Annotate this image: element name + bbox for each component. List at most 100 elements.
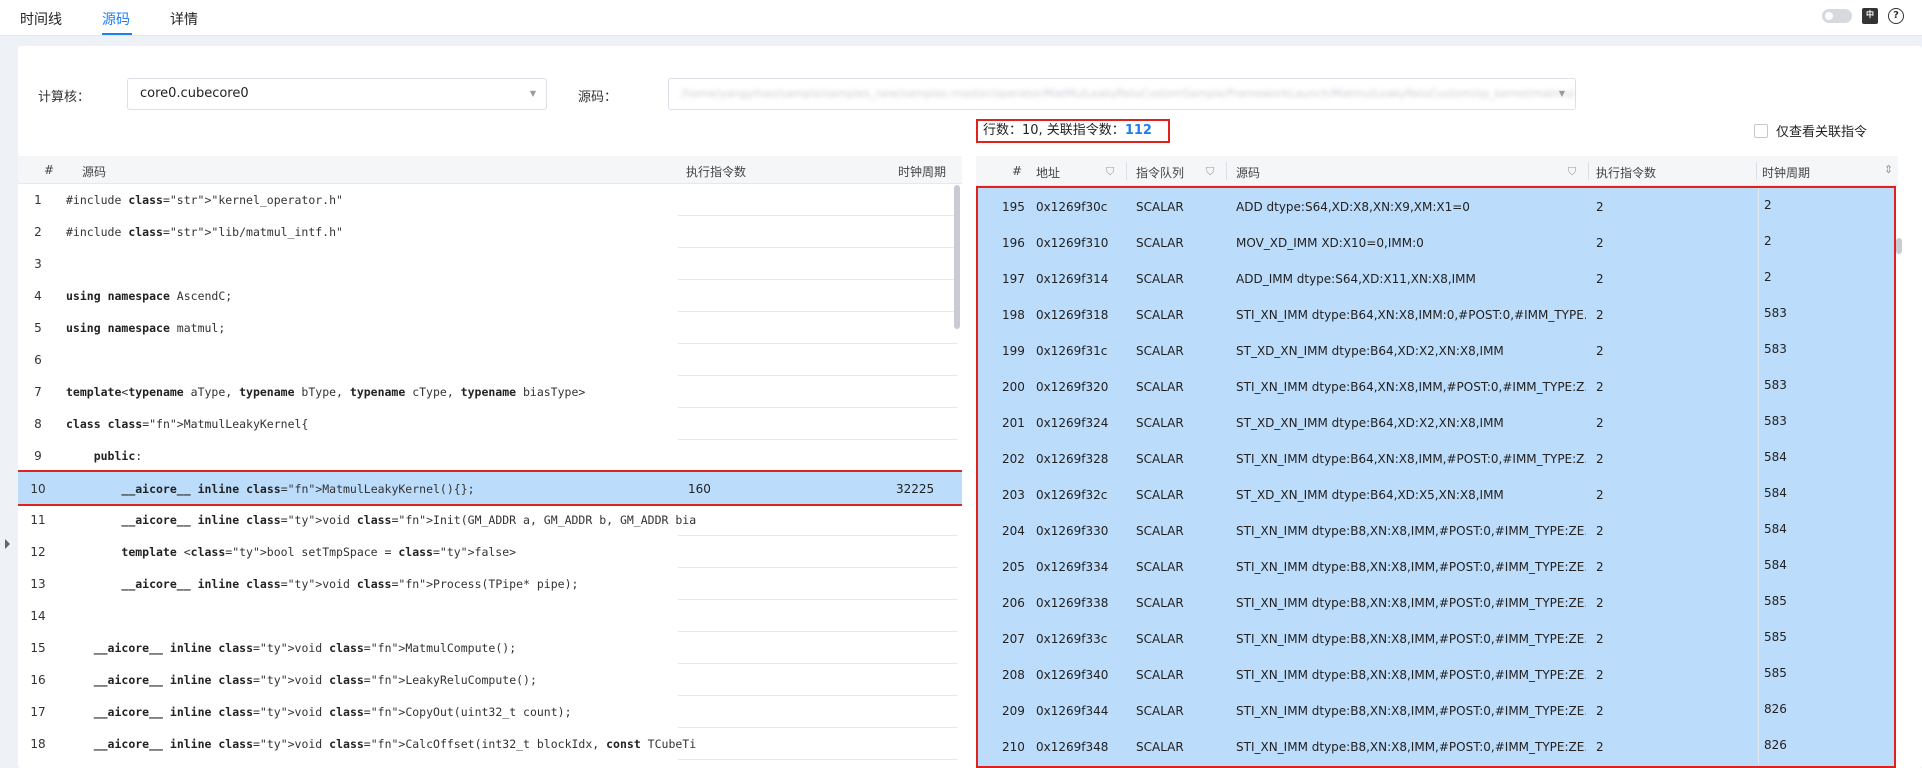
- metrics-cell: [678, 536, 958, 568]
- metrics-cell: [678, 344, 958, 376]
- col-header-queue[interactable]: 指令队列: [1136, 164, 1184, 181]
- source-file-select[interactable]: /home/yangyihao/sample/samples_new/sampl…: [668, 78, 1576, 110]
- instruction-index: 202: [1002, 452, 1025, 466]
- source-row[interactable]: 4 using namespace AscendC;: [18, 280, 962, 312]
- instruction-row[interactable]: 202 0x1269f328 SCALAR STI_XN_IMM dtype:B64,…: [978, 440, 1894, 476]
- source-row[interactable]: 12 template <class="ty">bool setTmpSpace…: [18, 536, 962, 568]
- source-row[interactable]: 9 public:: [18, 440, 962, 472]
- col-header-index[interactable]: #: [1012, 164, 1022, 178]
- only-related-checkbox[interactable]: [1754, 123, 1768, 138]
- col-header-source[interactable]: 源码: [82, 163, 106, 180]
- instruction-index: 204: [1002, 524, 1025, 538]
- source-row[interactable]: 2 #include class="str">"lib/matmul_intf.h…: [18, 216, 962, 248]
- source-row[interactable]: 16 __aicore__ inline class="ty">void cla…: [18, 664, 962, 696]
- cycle-count: 32225: [896, 482, 935, 496]
- column-divider: [1758, 548, 1759, 584]
- instruction-row[interactable]: 197 0x1269f314 SCALAR ADD_IMM dtype:S64,XD:…: [978, 260, 1894, 296]
- instruction-row[interactable]: 208 0x1269f340 SCALAR STI_XN_IMM dtype:B8,X…: [978, 656, 1894, 692]
- column-divider: [1758, 404, 1759, 440]
- filter-icon[interactable]: ⛉: [1206, 165, 1214, 179]
- filter-icon[interactable]: ⛉: [1568, 165, 1576, 179]
- source-row[interactable]: 17 __aicore__ inline class="ty">void cla…: [18, 696, 962, 728]
- instruction-row[interactable]: 203 0x1269f32c SCALAR ST_XD_XN_IMM dtype:B6…: [978, 476, 1894, 512]
- theme-toggle-icon[interactable]: [1822, 9, 1852, 23]
- source-row[interactable]: 6: [18, 344, 962, 376]
- only-related-toggle[interactable]: 仅查看关联指令: [1754, 121, 1867, 140]
- core-select[interactable]: core0.cubecore0 ▼: [127, 78, 547, 110]
- line-number: 14: [30, 609, 46, 623]
- instruction-text: STI_XN_IMM dtype:B8,XN:X8,IMM,#POST:0,#I…: [1236, 560, 1586, 574]
- tab-source[interactable]: 源码: [102, 9, 130, 29]
- instruction-row[interactable]: 201 0x1269f324 SCALAR ST_XD_XN_IMM dtype:B6…: [978, 404, 1894, 440]
- metrics-cell: [678, 440, 958, 472]
- instruction-row[interactable]: 209 0x1269f344 SCALAR STI_XN_IMM dtype:B8,X…: [978, 692, 1894, 728]
- column-divider: [1758, 512, 1759, 548]
- source-code-line: #include class="str">"lib/matmul_intf.h": [66, 225, 343, 239]
- col-header-line-number[interactable]: #: [44, 163, 54, 177]
- column-divider: [1758, 368, 1759, 404]
- tab-timeline[interactable]: 时间线: [20, 9, 62, 29]
- source-row[interactable]: 7 template<typename aType, typename bType…: [18, 376, 962, 408]
- line-number: 5: [34, 321, 42, 335]
- instruction-row[interactable]: 207 0x1269f33c SCALAR STI_XN_IMM dtype:B8,X…: [978, 620, 1894, 656]
- line-number: 12: [30, 545, 46, 559]
- instruction-row[interactable]: 210 0x1269f348 SCALAR STI_XN_IMM dtype:B8,X…: [978, 728, 1894, 764]
- source-row[interactable]: 11 __aicore__ inline class="ty">void cla…: [18, 504, 962, 536]
- instruction-queue: SCALAR: [1136, 704, 1184, 718]
- col-header-source[interactable]: 源码: [1236, 164, 1260, 181]
- instruction-row[interactable]: 198 0x1269f318 SCALAR STI_XN_IMM dtype:B64,…: [978, 296, 1894, 332]
- source-row[interactable]: 13 __aicore__ inline class="ty">void cla…: [18, 568, 962, 600]
- instruction-row[interactable]: 200 0x1269f320 SCALAR STI_XN_IMM dtype:B64,…: [978, 368, 1894, 404]
- core-select-value: core0.cubecore0: [140, 86, 249, 101]
- instruction-text: ST_XD_XN_IMM dtype:B64,XD:X2,XN:X8,IMM: [1236, 416, 1504, 430]
- instruction-address: 0x1269f318: [1036, 308, 1109, 322]
- col-header-instructions[interactable]: 执行指令数: [1596, 164, 1656, 181]
- source-row-selected[interactable]: 10 __aicore__ inline class="fn">MatmulLe…: [18, 470, 962, 506]
- instruction-table-scrollbar[interactable]: [1896, 238, 1902, 254]
- instruction-cycles: 826: [1764, 702, 1787, 716]
- instruction-queue: SCALAR: [1136, 488, 1184, 502]
- language-icon[interactable]: 中: [1862, 8, 1878, 24]
- metrics-cell: [678, 664, 958, 696]
- instruction-cycles: 583: [1764, 414, 1787, 428]
- filter-icon[interactable]: ⛉: [1106, 165, 1114, 179]
- instruction-exec-count: 2: [1596, 596, 1604, 610]
- instruction-text: STI_XN_IMM dtype:B8,XN:X8,IMM,#POST:0,#I…: [1236, 740, 1586, 754]
- instruction-row[interactable]: 195 0x1269f30c SCALAR ADD dtype:S64,XD:X8,X…: [978, 188, 1894, 224]
- column-divider: [1758, 476, 1759, 512]
- tab-details[interactable]: 详情: [170, 9, 198, 29]
- source-table-scrollbar[interactable]: [954, 185, 960, 329]
- instruction-text: MOV_XD_IMM XD:X10=0,IMM:0: [1236, 236, 1424, 250]
- source-row[interactable]: 8 class class="fn">MatmulLeakyKernel{: [18, 408, 962, 440]
- col-header-address[interactable]: 地址: [1036, 164, 1060, 181]
- line-number: 6: [34, 353, 42, 367]
- instruction-index: 207: [1002, 632, 1025, 646]
- instruction-row[interactable]: 206 0x1269f338 SCALAR STI_XN_IMM dtype:B8,X…: [978, 584, 1894, 620]
- instruction-queue: SCALAR: [1136, 632, 1184, 646]
- instruction-text: ADD dtype:S64,XD:X8,XN:X9,XM:X1=0: [1236, 200, 1470, 214]
- panel-collapse-handle[interactable]: [0, 520, 14, 568]
- source-table-header: # 源码 执行指令数 时钟周期: [18, 156, 962, 184]
- source-label: 源码：: [578, 90, 618, 105]
- instruction-cycles: 584: [1764, 522, 1787, 536]
- instruction-row[interactable]: 199 0x1269f31c SCALAR ST_XD_XN_IMM dtype:B6…: [978, 332, 1894, 368]
- col-header-cycles[interactable]: 时钟周期: [898, 163, 946, 180]
- instruction-queue: SCALAR: [1136, 236, 1184, 250]
- instruction-row[interactable]: 205 0x1269f334 SCALAR STI_XN_IMM dtype:B8,X…: [978, 548, 1894, 584]
- source-row[interactable]: 15 __aicore__ inline class="ty">void cla…: [18, 632, 962, 664]
- col-header-instructions[interactable]: 执行指令数: [686, 163, 746, 180]
- help-icon[interactable]: ?: [1888, 8, 1904, 24]
- source-row[interactable]: 18 __aicore__ inline class="ty">void cla…: [18, 728, 962, 760]
- instruction-exec-count: 2: [1596, 452, 1604, 466]
- instruction-row[interactable]: 196 0x1269f310 SCALAR MOV_XD_IMM XD:X10=0,I…: [978, 224, 1894, 260]
- instruction-address: 0x1269f33c: [1036, 632, 1108, 646]
- instruction-exec-count: 2: [1596, 560, 1604, 574]
- sort-icon[interactable]: ⇕: [1884, 163, 1893, 176]
- instruction-row[interactable]: 204 0x1269f330 SCALAR STI_XN_IMM dtype:B8,X…: [978, 512, 1894, 548]
- source-row[interactable]: 3: [18, 248, 962, 280]
- source-code-line: #include class="str">"kernel_operator.h": [66, 193, 343, 207]
- source-row[interactable]: 14: [18, 600, 962, 632]
- source-row[interactable]: 5 using namespace matmul;: [18, 312, 962, 344]
- col-header-cycles[interactable]: 时钟周期: [1762, 164, 1810, 181]
- source-row[interactable]: 1 #include class="str">"kernel_operator.h…: [18, 184, 962, 216]
